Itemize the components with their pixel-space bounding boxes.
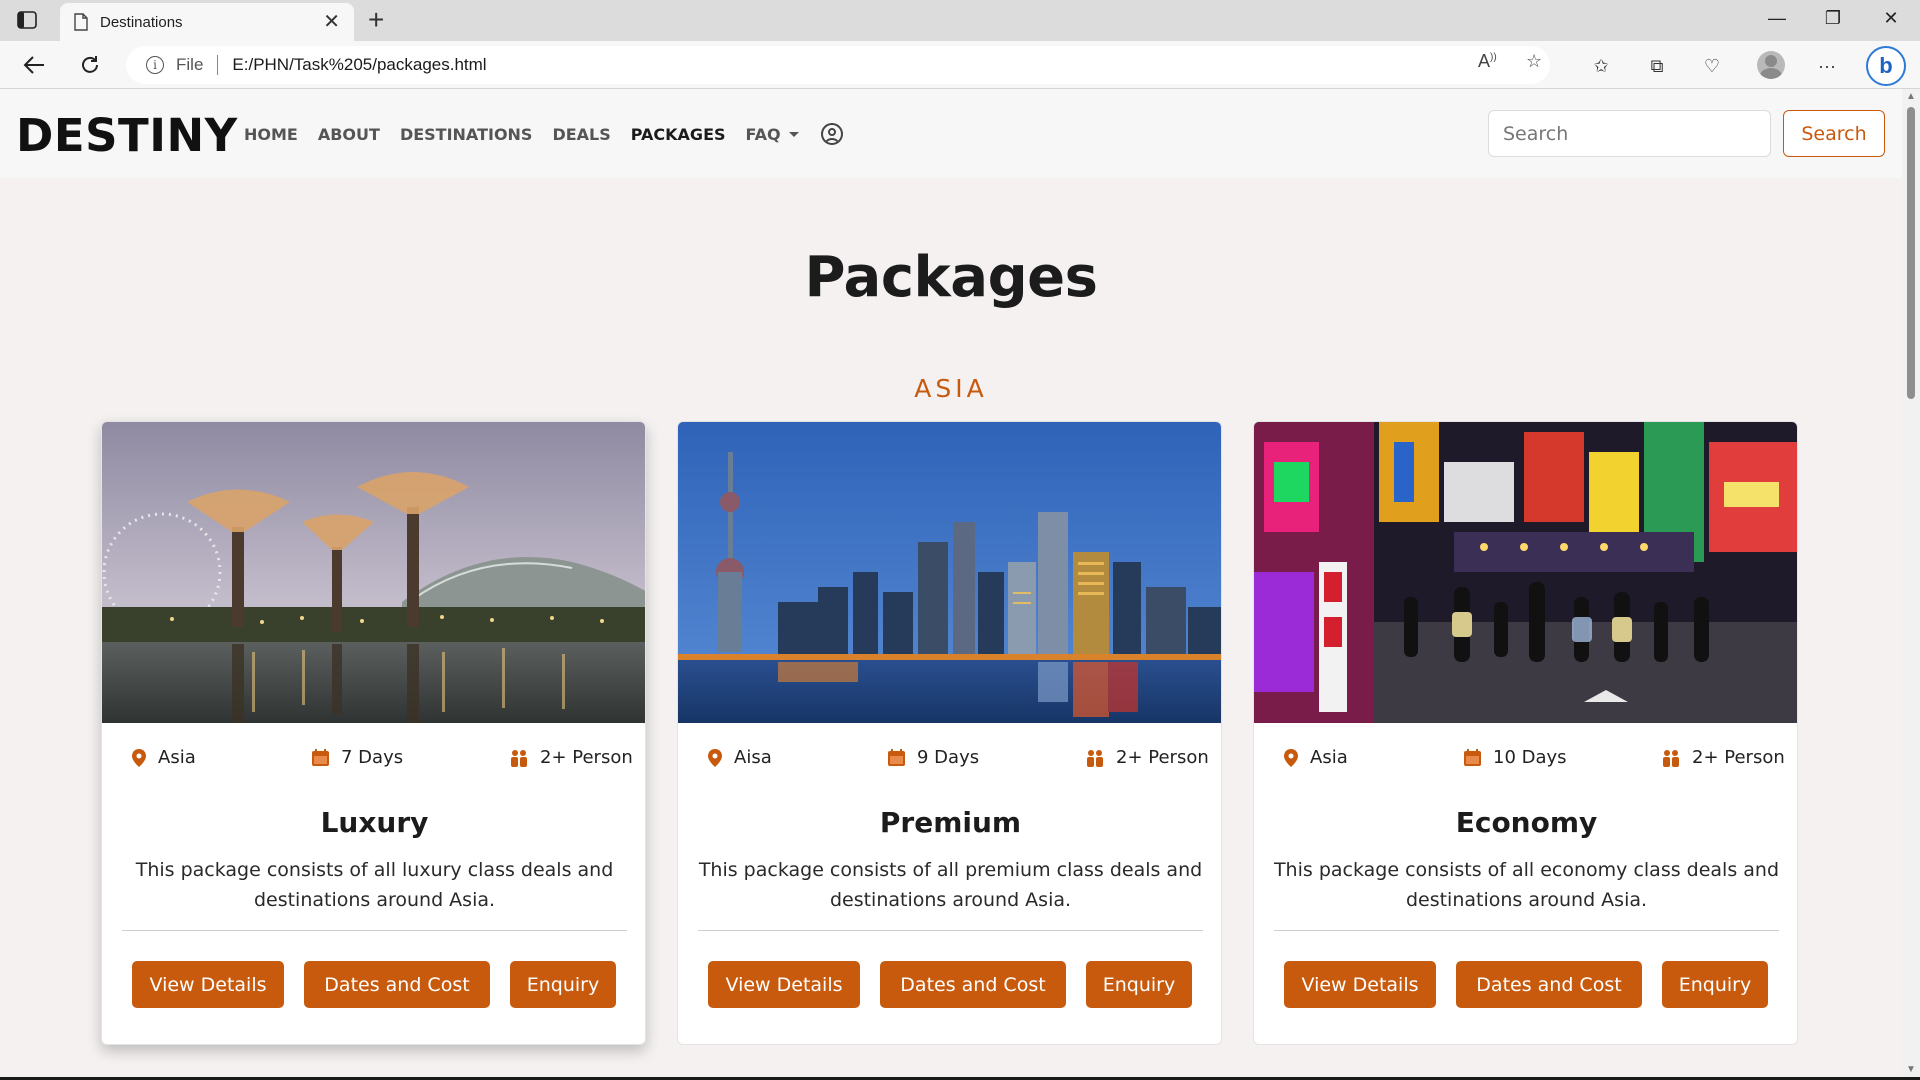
url-scheme-label: File (176, 55, 204, 74)
view-details-button[interactable]: View Details (1284, 961, 1436, 1008)
package-image-skyline (678, 422, 1221, 723)
people-icon (1663, 749, 1679, 767)
page-icon (74, 13, 88, 31)
people-text: 2+ Person (540, 747, 633, 768)
location-text: Aisa (734, 747, 772, 768)
calendar-icon (1464, 749, 1481, 766)
chevron-down-icon (788, 131, 799, 137)
location-pin-icon (132, 748, 146, 767)
people-meta: 2+ Person (1086, 747, 1209, 768)
nav-faq-dropdown[interactable]: FAQ (746, 125, 799, 144)
search-input[interactable] (1488, 110, 1771, 157)
page-scrollbar[interactable]: ▲ ▼ (1902, 89, 1920, 1080)
enquiry-button[interactable]: Enquiry (510, 961, 616, 1008)
scroll-down-arrow-icon[interactable]: ▼ (1906, 1064, 1916, 1075)
dates-and-cost-button[interactable]: Dates and Cost (304, 961, 490, 1008)
collections-icon[interactable]: ⧉ (1644, 53, 1670, 79)
favorite-star-icon[interactable]: ☆ (1526, 51, 1542, 72)
nav-packages[interactable]: PACKAGES (631, 125, 726, 144)
duration-meta: 7 Days (312, 747, 403, 768)
new-tab-icon[interactable]: + (368, 6, 384, 34)
enquiry-button[interactable]: Enquiry (1662, 961, 1768, 1008)
dates-and-cost-button[interactable]: Dates and Cost (1456, 961, 1642, 1008)
nav-destinations[interactable]: DESTINATIONS (400, 125, 533, 144)
page-title: Packages (804, 245, 1098, 310)
site-header: DESTINY HOME ABOUT DESTINATIONS DEALS PA… (0, 89, 1902, 178)
view-details-button[interactable]: View Details (708, 961, 860, 1008)
search-button[interactable]: Search (1783, 110, 1885, 157)
minimize-icon[interactable]: — (1762, 8, 1792, 29)
reload-icon[interactable] (74, 49, 106, 81)
location-meta: Asia (1284, 747, 1348, 768)
card-title: Economy (1455, 806, 1598, 839)
scrollbar-thumb[interactable] (1907, 107, 1915, 399)
location-text: Asia (1310, 747, 1348, 768)
location-meta: Aisa (708, 747, 772, 768)
card-title: Luxury (320, 806, 429, 839)
people-text: 2+ Person (1692, 747, 1785, 768)
url-separator (217, 55, 219, 75)
page-viewport: DESTINY HOME ABOUT DESTINATIONS DEALS PA… (0, 89, 1902, 1080)
read-aloud-icon[interactable]: A)) (1478, 51, 1497, 72)
close-tab-icon[interactable]: ✕ (323, 12, 340, 32)
people-meta: 2+ Person (510, 747, 633, 768)
card-divider (698, 930, 1203, 931)
site-logo[interactable]: DESTINY (16, 109, 238, 162)
nav-home[interactable]: HOME (244, 125, 298, 144)
user-account-icon[interactable] (820, 123, 843, 145)
main-nav: HOME ABOUT DESTINATIONS DEALS PACKAGES F… (244, 123, 843, 145)
people-icon (1087, 749, 1103, 767)
package-card-luxury: Asia 7 Days 2+ Person Luxury This packag… (101, 421, 646, 1045)
browser-toolbar: i File E:/PHN/Task%205/packages.html A))… (0, 41, 1920, 89)
tab-title: Destinations (100, 13, 183, 31)
nav-faq-label: FAQ (745, 124, 781, 144)
location-pin-icon (1284, 748, 1298, 767)
nav-deals[interactable]: DEALS (552, 125, 610, 144)
browser-tab[interactable]: Destinations ✕ (60, 3, 354, 41)
restore-icon[interactable]: ❐ (1818, 8, 1848, 29)
card-description: This package consists of all luxury clas… (135, 859, 614, 911)
enquiry-button[interactable]: Enquiry (1086, 961, 1192, 1008)
package-card-economy: Asia 10 Days 2+ Person Economy This pack… (1253, 421, 1798, 1045)
card-description: This package consists of all premium cla… (698, 859, 1203, 911)
location-text: Asia (158, 747, 196, 768)
package-card-premium: Aisa 9 Days 2+ Person Premium This packa… (677, 421, 1222, 1045)
duration-meta: 10 Days (1464, 747, 1567, 768)
address-bar[interactable]: i File E:/PHN/Task%205/packages.html (126, 46, 1550, 84)
package-image-gardens (102, 422, 645, 723)
profile-avatar[interactable] (1757, 51, 1785, 79)
people-icon (511, 749, 527, 767)
site-info-icon[interactable]: i (146, 56, 164, 74)
duration-meta: 9 Days (888, 747, 979, 768)
browser-tabstrip: Destinations ✕ + — ❐ ✕ (0, 0, 1920, 41)
copilot-icon[interactable]: b (1866, 46, 1906, 86)
duration-text: 7 Days (341, 747, 404, 768)
url-text[interactable]: E:/PHN/Task%205/packages.html (232, 55, 486, 75)
scroll-up-arrow-icon[interactable]: ▲ (1906, 91, 1916, 102)
location-pin-icon (708, 748, 722, 767)
card-divider (122, 930, 627, 931)
section-label-asia: ASIA (914, 374, 988, 403)
card-title: Premium (879, 806, 1022, 839)
nav-about[interactable]: ABOUT (318, 125, 380, 144)
card-description: This package consists of all economy cla… (1273, 859, 1780, 911)
duration-text: 10 Days (1493, 747, 1567, 768)
browser-essentials-icon[interactable]: ♡ (1699, 53, 1725, 79)
close-window-icon[interactable]: ✕ (1876, 8, 1906, 29)
more-options-icon[interactable]: ··· (1814, 53, 1840, 79)
back-icon[interactable] (18, 49, 50, 81)
calendar-icon (888, 749, 905, 766)
people-meta: 2+ Person (1662, 747, 1785, 768)
package-image-street (1254, 422, 1797, 723)
people-text: 2+ Person (1116, 747, 1209, 768)
calendar-icon (312, 749, 329, 766)
duration-text: 9 Days (917, 747, 980, 768)
view-details-button[interactable]: View Details (132, 961, 284, 1008)
card-divider (1274, 930, 1779, 931)
dates-and-cost-button[interactable]: Dates and Cost (880, 961, 1066, 1008)
favorites-icon[interactable]: ✩ (1588, 53, 1614, 79)
tab-actions-icon[interactable] (16, 9, 38, 31)
location-meta: Asia (132, 747, 196, 768)
